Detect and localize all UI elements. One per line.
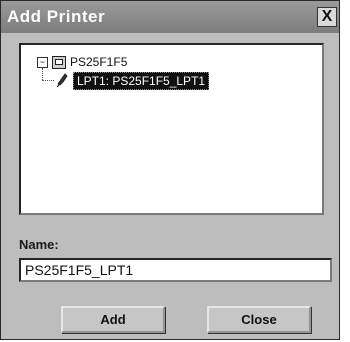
close-window-button[interactable]: X: [317, 7, 337, 27]
add-button[interactable]: Add: [61, 306, 165, 333]
add-printer-dialog: Add Printer X − PS25F1F5 LPT1: PS25F1F5_…: [0, 0, 340, 340]
name-label: Name:: [19, 237, 59, 252]
title-bar: Add Printer X: [1, 1, 339, 33]
close-button[interactable]: Close: [207, 306, 311, 333]
window-title: Add Printer: [7, 7, 106, 26]
printer-tree[interactable]: − PS25F1F5 LPT1: PS25F1F5_LPT1: [19, 43, 324, 215]
computer-icon: [52, 56, 66, 69]
name-field[interactable]: [19, 258, 332, 282]
printer-port-icon: [57, 73, 68, 87]
tree-node-root[interactable]: PS25F1F5: [70, 54, 127, 70]
tree-connector: [42, 80, 54, 81]
tree-connector: [42, 68, 43, 80]
tree-node-port-selected[interactable]: LPT1: PS25F1F5_LPT1: [73, 72, 210, 90]
collapse-icon[interactable]: −: [37, 57, 48, 68]
